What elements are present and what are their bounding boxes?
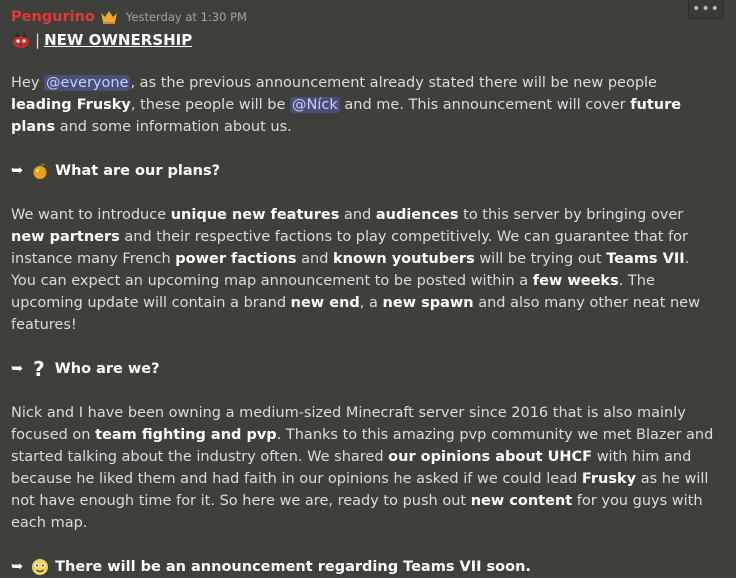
arrow-icon: ➥ bbox=[11, 163, 24, 179]
announcement-title: NEW OWNERSHIP bbox=[44, 31, 193, 49]
username[interactable]: Pengurino bbox=[11, 9, 95, 25]
mention-nick[interactable]: @Níck bbox=[290, 97, 340, 113]
section-heading-plans: ➥ What are our plans? bbox=[11, 160, 716, 182]
smiling-face-emoji-icon bbox=[32, 559, 49, 575]
title-separator: | bbox=[35, 31, 41, 49]
section-heading-who: ➥ ? Who are we? bbox=[11, 357, 716, 381]
timestamp[interactable]: Yesterday at 1:30 PM bbox=[126, 10, 247, 24]
crown-icon bbox=[100, 11, 117, 24]
about-paragraph: Nick and I have been owning a medium-siz… bbox=[11, 405, 714, 531]
section-heading-announcement: ➥ There will be an announcement regardin… bbox=[11, 556, 716, 578]
message-header: Pengurino Yesterday at 1:30 PM bbox=[11, 7, 716, 27]
announcement-title-line: | NEW OWNERSHIP bbox=[11, 30, 716, 50]
plans-paragraph: We want to introduce unique new features… bbox=[11, 207, 700, 333]
section-heading-text: Who are we? bbox=[54, 361, 160, 377]
arrow-icon: ➥ bbox=[11, 361, 24, 377]
section-heading-text: What are our plans? bbox=[55, 163, 221, 179]
section-heading-text: There will be an announcement regarding … bbox=[55, 559, 531, 575]
arrow-icon: ➥ bbox=[11, 559, 24, 575]
golden-apple-emoji-icon bbox=[33, 163, 47, 179]
intro-paragraph: Hey @everyone, as the previous announcem… bbox=[11, 75, 682, 135]
question-mark-emoji-icon: ? bbox=[33, 357, 45, 381]
mention-everyone[interactable]: @everyone bbox=[44, 75, 131, 91]
red-bird-emoji-icon bbox=[13, 32, 29, 48]
chat-message: Pengurino Yesterday at 1:30 PM | NEW OWN… bbox=[11, 7, 716, 578]
